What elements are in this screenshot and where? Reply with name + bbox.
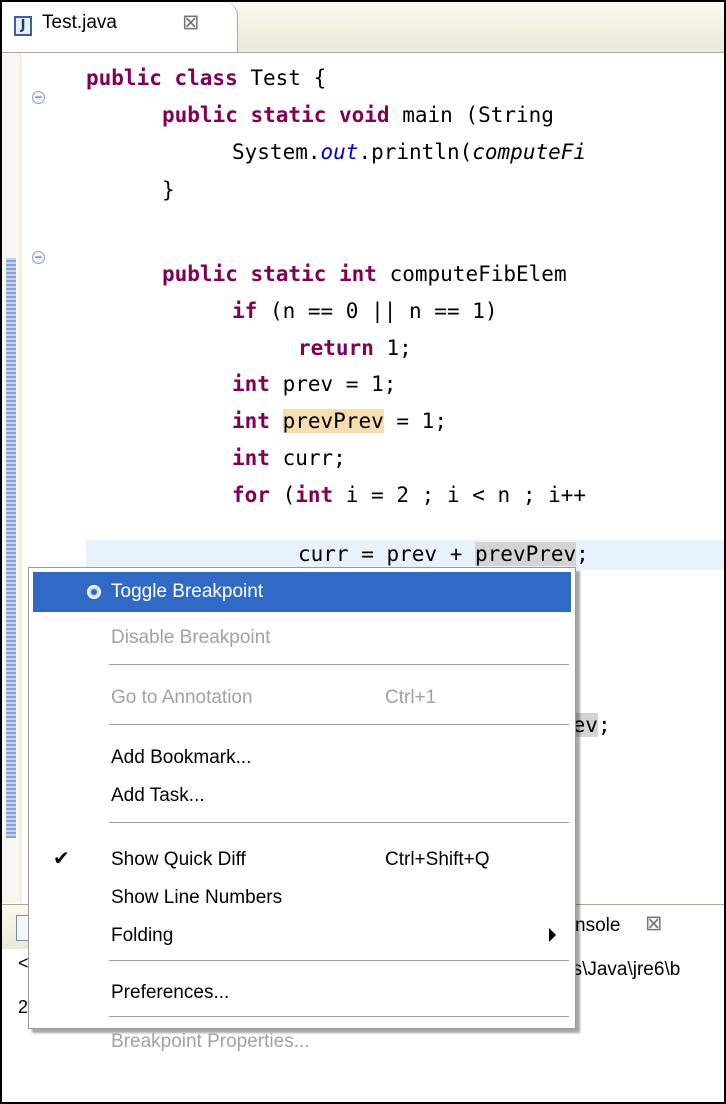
editor-tab-test-java[interactable]: J Test.java ⊠: [2, 2, 238, 52]
context-menu: Toggle Breakpoint Disable Breakpoint Go …: [28, 567, 576, 1052]
code-line: int prevPrev = 1;: [232, 409, 447, 433]
close-icon[interactable]: ⊠: [645, 911, 663, 935]
menu-item-go-to-annotation[interactable]: Go to Annotation Ctrl+1: [29, 678, 575, 718]
eclipse-window: J Test.java ⊠ − − public class Test { pu…: [0, 0, 726, 1104]
code-line: if (n == 0 || n == 1): [232, 299, 498, 323]
vertical-ruler[interactable]: [2, 53, 21, 903]
code-line: }: [162, 178, 175, 202]
editor-tab-label: Test.java: [42, 12, 117, 33]
code-line: for (int i = 2 ; i < n ; i++: [232, 483, 587, 507]
menu-separator: [109, 822, 569, 823]
submenu-arrow-icon: [549, 928, 556, 942]
menu-item-label: Breakpoint Properties...: [111, 1031, 310, 1052]
menu-item-disable-breakpoint[interactable]: Disable Breakpoint: [29, 618, 575, 658]
code-line: public static int computeFibElem: [162, 262, 567, 286]
radio-icon: [87, 585, 101, 599]
menu-item-toggle-breakpoint[interactable]: Toggle Breakpoint: [33, 572, 571, 612]
editor-tab-bar: J Test.java ⊠: [2, 2, 724, 53]
java-file-icon: J: [14, 16, 32, 36]
menu-item-label: Toggle Breakpoint: [111, 581, 264, 602]
console-path-text: es\Java\jre6\b: [562, 959, 681, 980]
menu-item-add-task[interactable]: Add Task...: [29, 776, 575, 816]
menu-item-label: Show Line Numbers: [111, 887, 283, 908]
menu-item-label: Disable Breakpoint: [111, 627, 271, 648]
menu-item-shortcut: Ctrl+Shift+Q: [385, 849, 490, 870]
menu-item-add-bookmark[interactable]: Add Bookmark...: [29, 738, 575, 778]
menu-separator: [109, 960, 569, 961]
menu-item-preferences[interactable]: Preferences...: [29, 973, 575, 1013]
menu-item-show-quick-diff[interactable]: ✔ Show Quick Diff Ctrl+Shift+Q: [29, 840, 575, 880]
console-tab-label: nsole: [575, 915, 621, 936]
code-line: public static void main (String: [162, 103, 554, 127]
menu-item-label: Add Task...: [111, 785, 205, 806]
code-line: System.out.println(computeFi: [232, 140, 587, 164]
checkmark-icon: ✔: [53, 848, 70, 870]
menu-item-folding[interactable]: Folding: [29, 916, 575, 956]
console-fragment: <: [18, 953, 29, 973]
code-line: return 1;: [298, 336, 412, 360]
menu-separator: [109, 1016, 569, 1017]
menu-item-label: Folding: [111, 925, 174, 946]
menu-item-show-line-numbers[interactable]: Show Line Numbers: [29, 878, 575, 918]
menu-item-label: Add Bookmark...: [111, 747, 252, 768]
menu-separator: [109, 724, 569, 725]
code-line: curr = prev + prevPrev;: [298, 542, 589, 566]
console-fragment: 2: [18, 997, 29, 1017]
occurrence-highlight: prevPrev: [475, 542, 577, 566]
menu-item-shortcut: Ctrl+1: [385, 687, 437, 708]
fold-toggle-icon[interactable]: −: [32, 251, 45, 264]
menu-item-label: Go to Annotation: [111, 687, 253, 708]
menu-item-label: Show Quick Diff: [111, 849, 246, 870]
quick-diff-band: [6, 258, 16, 838]
code-line: int prev = 1;: [232, 372, 397, 396]
occurrence-highlight: prevPrev: [282, 409, 384, 433]
close-icon[interactable]: ⊠: [182, 10, 200, 34]
fold-toggle-icon[interactable]: −: [32, 91, 45, 104]
menu-separator: [109, 664, 569, 665]
code-line: int curr;: [232, 446, 346, 470]
code-line: public class Test {: [86, 66, 327, 90]
menu-item-label: Preferences...: [111, 982, 230, 1003]
